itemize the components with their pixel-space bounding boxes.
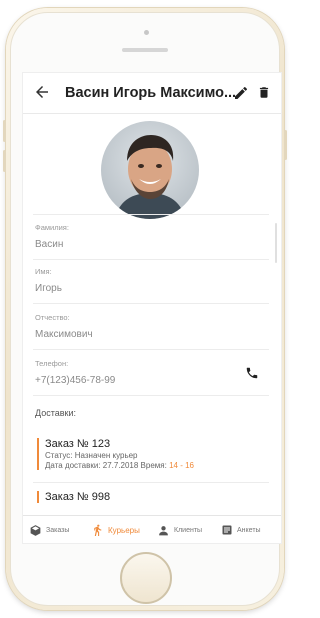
divider	[33, 303, 269, 304]
nav-item-clients[interactable]: Клиенты	[157, 523, 202, 537]
divider	[33, 259, 269, 260]
nav-label: Курьеры	[108, 525, 140, 535]
divider	[33, 482, 269, 483]
power-button	[284, 130, 287, 160]
nav-label: Заказы	[46, 526, 70, 534]
volume-button	[3, 150, 6, 172]
patronymic-value: Максимович	[35, 329, 93, 340]
page-title: Васин Игорь Максимо...	[65, 85, 237, 101]
arrow-left-icon[interactable]	[33, 83, 51, 101]
avatar-photo	[101, 121, 199, 219]
nav-item-orders[interactable]: Заказы	[29, 523, 69, 537]
avatar	[101, 121, 199, 219]
lastname-label: Фамилия:	[35, 223, 69, 232]
bottom-nav: Заказы Курьеры Клиенты Анкеты	[23, 515, 281, 543]
nav-item-forms[interactable]: Анкеты	[221, 523, 261, 537]
walking-person-icon	[94, 524, 102, 536]
order-date: Дата доставки: 27.7.2018 Время:	[45, 461, 167, 470]
scrollbar[interactable]	[275, 223, 277, 263]
person-icon	[159, 525, 168, 535]
order-title: Заказ № 998	[45, 491, 111, 503]
nav-label: Анкеты	[237, 526, 261, 534]
app-screen: Васин Игорь Максимо... Фамилия: Васин Им…	[22, 72, 282, 544]
divider	[33, 214, 269, 215]
phone-call-icon[interactable]	[245, 366, 259, 380]
divider	[33, 349, 269, 350]
order-card[interactable]: Заказ № 123 Статус: Назначен курьер Дата…	[37, 438, 275, 470]
trash-icon[interactable]	[257, 84, 271, 101]
order-date-line: Дата доставки: 27.7.2018 Время: 14 - 16	[45, 461, 275, 470]
firstname-value: Игорь	[35, 283, 62, 294]
order-status: Статус: Назначен курьер	[45, 451, 138, 460]
earpiece-speaker	[122, 48, 168, 52]
box-icon	[30, 524, 41, 536]
patronymic-label: Отчество:	[35, 313, 70, 322]
firstname-label: Имя:	[35, 267, 52, 276]
volume-button	[3, 120, 6, 142]
pencil-icon[interactable]	[233, 85, 249, 101]
order-title: Заказ № 123	[45, 438, 111, 450]
app-bar: Васин Игорь Максимо...	[23, 73, 281, 114]
order-time: 14 - 16	[169, 461, 194, 470]
phone-label: Телефон:	[35, 359, 69, 368]
order-card[interactable]: Заказ № 998	[37, 491, 275, 503]
nav-item-couriers[interactable]: Курьеры	[91, 523, 140, 537]
front-camera	[144, 30, 149, 35]
lastname-value: Васин	[35, 239, 64, 250]
home-button[interactable]	[120, 552, 172, 604]
nav-label: Клиенты	[174, 526, 203, 534]
phone-value[interactable]: +7(123)456-78-99	[35, 375, 115, 386]
deliveries-label: Доставки:	[35, 408, 76, 418]
form-icon	[222, 525, 232, 535]
divider	[33, 395, 269, 396]
